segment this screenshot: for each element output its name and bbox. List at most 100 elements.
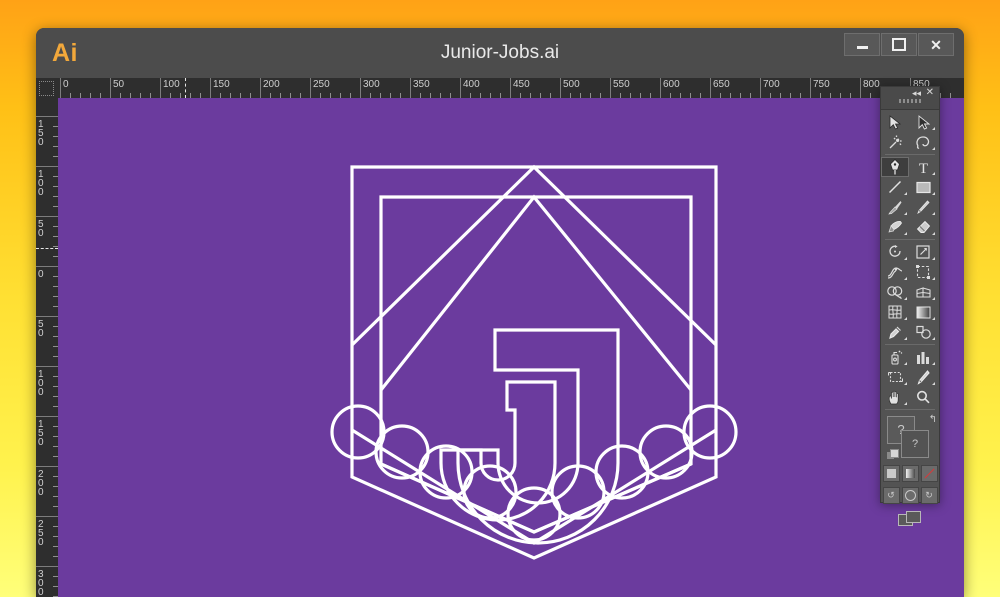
eyedropper-tool[interactable] [881,322,909,342]
ruler-corner[interactable] [36,78,59,99]
draw-behind-button[interactable] [901,487,919,504]
canvas-area[interactable] [58,98,964,597]
magic-wand-tool[interactable] [881,132,909,152]
rotate-tool[interactable] [881,242,909,262]
stroke-label: ? [911,438,919,450]
rectangle-tool[interactable] [909,177,937,197]
gradient-icon [905,469,915,478]
gradient-tool[interactable] [909,302,937,322]
eraser-tool[interactable] [909,217,937,237]
ruler-label: 250 [38,519,44,548]
ruler-tick-major [36,366,58,367]
artboard-tool[interactable] [881,367,909,387]
paintbrush-tool[interactable] [881,197,909,217]
tool-flyout-icon [904,362,907,365]
gradient-button[interactable] [901,465,919,482]
swap-fill-stroke-icon[interactable]: ↰ [929,414,937,425]
window-controls: ✕ [844,33,954,56]
tool-flyout-icon [932,337,935,340]
panel-collapse-icon[interactable]: ◂◂ [912,88,921,98]
ruler-label: 650 [713,79,730,90]
ruler-label: 250 [313,79,330,90]
panel-close-icon[interactable]: ✕ [926,88,934,98]
stroke-color-swatch[interactable]: ? [901,430,929,458]
tool-flyout-icon [932,232,935,235]
screen-mode-icon-front [906,511,921,523]
tool-flyout-icon [904,402,907,405]
default-fill-stroke-icon[interactable] [887,449,899,460]
ruler-tick-major [36,116,58,117]
ruler-tick-major [36,216,58,217]
ruler-tick-major [36,266,58,267]
pen-tool[interactable] [881,157,909,177]
perspective-grid-tool[interactable] [909,282,937,302]
minimize-button[interactable] [844,33,880,56]
ruler-label: 500 [563,79,580,90]
tool-flyout-icon [932,382,935,385]
ruler-tick-major [36,466,58,467]
selection-tool[interactable] [881,112,909,132]
tool-separator [885,344,935,345]
tool-separator [885,154,935,155]
blob-brush-tool[interactable] [881,217,909,237]
ruler-label: 350 [413,79,430,90]
none-icon [924,468,934,479]
tool-flyout-icon [904,337,907,340]
tool-flyout-icon [932,127,935,130]
close-button[interactable]: ✕ [918,33,954,56]
draw-normal-button[interactable]: ↺ [882,487,900,504]
solid-color-button[interactable] [882,465,900,482]
ruler-label: 200 [38,469,44,498]
shield-outer-outline [350,165,718,560]
symbol-sprayer-tool[interactable] [881,347,909,367]
tools-panel[interactable]: ◂◂ ✕ T ? ↰ ↺ ↻ [880,86,940,526]
draw-behind-icon [904,490,916,501]
tool-separator [885,239,935,240]
minimize-icon [856,46,868,49]
ruler-label: 100 [38,369,44,398]
vertical-ruler[interactable]: 150 100 50 0 50 100 150 200 250 300 [36,98,59,597]
line-segment-tool[interactable] [881,177,909,197]
ruler-tick-major [36,566,58,567]
ruler-label: 550 [613,79,630,90]
tools-panel-header[interactable]: ◂◂ ✕ [881,87,939,110]
change-screen-mode-button[interactable] [881,511,939,526]
ruler-tick-major [36,166,58,167]
maximize-button[interactable] [881,33,917,56]
panel-grip-icon[interactable] [899,99,921,103]
junior-jobs-shield-logo[interactable] [58,98,964,597]
direct-selection-tool[interactable] [909,112,937,132]
draw-inside-button[interactable]: ↻ [920,487,938,504]
tool-flyout-icon [932,277,935,280]
ruler-label: 300 [38,569,44,597]
zoom-tool[interactable] [909,387,937,407]
scale-tool[interactable] [909,242,937,262]
lasso-tool[interactable] [909,132,937,152]
free-transform-tool[interactable] [909,262,937,282]
svg-text:T: T [918,161,927,175]
shape-builder-tool[interactable] [881,282,909,302]
blend-tool[interactable] [909,322,937,342]
hand-tool[interactable] [881,387,909,407]
pencil-tool[interactable] [909,197,937,217]
slice-tool[interactable] [909,367,937,387]
ruler-guide-marker [185,78,186,98]
mesh-tool[interactable] [881,302,909,322]
ruler-label: 600 [663,79,680,90]
none-color-button[interactable] [920,465,938,482]
ruler-label: 50 [38,319,44,339]
tool-flyout-icon [904,192,907,195]
tool-flyout-icon [932,317,935,320]
column-graph-tool[interactable] [909,347,937,367]
width-tool[interactable] [881,262,909,282]
tool-grid: T ? ↰ ↺ ↻ [881,110,939,526]
solid-color-icon [886,469,896,478]
tool-flyout-icon [932,172,935,175]
type-tool[interactable]: T [909,157,937,177]
tool-flyout-icon [904,212,907,215]
ruler-label: 150 [213,79,230,90]
draw-mode-row: ↺ ↻ [881,487,939,504]
horizontal-ruler[interactable]: 0 50 100 150 200 250 300 350 400 450 500 550 600 650 7… [58,78,964,99]
tool-flyout-icon [932,297,935,300]
ruler-label: 450 [513,79,530,90]
